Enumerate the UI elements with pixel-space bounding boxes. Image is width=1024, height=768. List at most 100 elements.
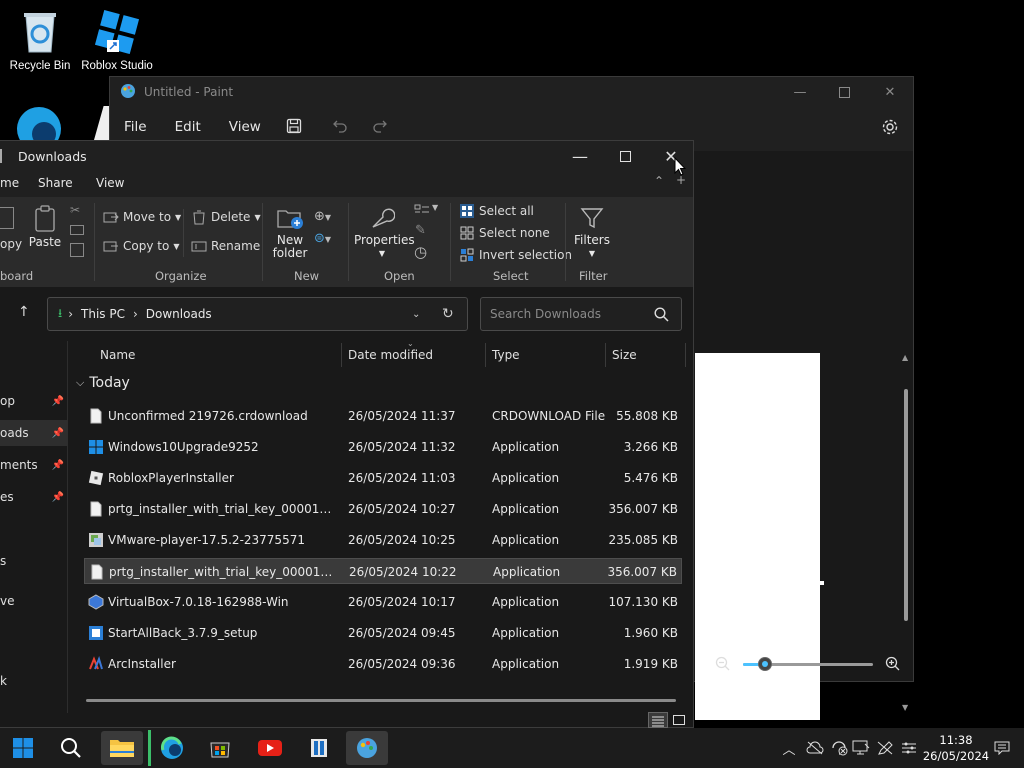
system-clock[interactable]: 11:38 26/05/2024	[918, 732, 994, 764]
file-row[interactable]: Unconfirmed 219726.crdownload 26/05/2024 …	[84, 403, 682, 429]
invert-selection-button[interactable]: Invert selection	[459, 247, 572, 263]
rename-button[interactable]: Rename	[191, 238, 260, 254]
delete-button[interactable]: Delete ▼	[191, 209, 261, 225]
tray-network-icon[interactable]	[898, 728, 920, 768]
zoom-in-icon[interactable]	[885, 656, 901, 672]
file-row[interactable]: StartAllBack_3.7.9_setup 26/05/2024 09:45…	[84, 620, 682, 646]
properties-button[interactable]: Properties ▼	[354, 205, 415, 260]
nav-item-pictures[interactable]: es 📌	[0, 484, 68, 510]
tab-home[interactable]: me	[0, 176, 19, 190]
file-row[interactable]: VirtualBox-7.0.18-162988-Win 26/05/2024 1…	[84, 589, 682, 615]
nav-item-desktop[interactable]: op 📌	[0, 388, 68, 414]
history-icon[interactable]: ◷	[414, 243, 427, 261]
column-divider[interactable]	[685, 343, 686, 367]
menu-edit[interactable]: Edit	[175, 119, 201, 135]
column-divider[interactable]	[605, 343, 606, 367]
nav-item-documents[interactable]: ments 📌	[0, 452, 68, 478]
tray-update-icon[interactable]	[828, 728, 850, 768]
nav-item-network[interactable]: k	[0, 668, 68, 694]
file-row[interactable]: VMware-player-17.5.2-23775571 26/05/2024 …	[84, 527, 682, 553]
notifications-button[interactable]	[992, 728, 1012, 768]
column-type[interactable]: Type	[492, 348, 520, 362]
menu-view[interactable]: View	[229, 119, 261, 135]
taskbar-youtube[interactable]	[249, 731, 291, 765]
start-button[interactable]	[2, 731, 44, 765]
column-divider[interactable]	[341, 343, 342, 367]
collapse-ribbon-icon[interactable]: ⌃	[654, 174, 664, 188]
refresh-icon[interactable]: ↻	[442, 306, 454, 322]
search-input[interactable]: Search Downloads	[480, 297, 682, 331]
search-button[interactable]	[50, 731, 92, 765]
column-size[interactable]: Size	[612, 348, 637, 362]
file-row[interactable]: RobloxPlayerInstaller 26/05/2024 11:03 App…	[84, 465, 682, 491]
select-all-button[interactable]: Select all	[459, 203, 534, 219]
select-none-button[interactable]: Select none	[459, 225, 550, 241]
show-hidden-icons-button[interactable]: ︿	[780, 728, 798, 768]
paste-button[interactable]: Paste	[28, 205, 62, 249]
copy-button[interactable]: opy	[0, 237, 22, 251]
file-row[interactable]: Windows10Upgrade9252 26/05/2024 11:32 Appl…	[84, 434, 682, 460]
taskbar-file-explorer[interactable]	[101, 731, 143, 765]
copy-path-icon[interactable]	[70, 225, 84, 235]
taskbar-paint[interactable]	[346, 731, 388, 765]
easy-access-button[interactable]: ⊜▼	[314, 231, 331, 246]
tab-share[interactable]: Share	[38, 176, 73, 190]
file-row[interactable]: prtg_installer_with_trial_key_000014-X28…	[84, 558, 682, 584]
zoom-out-icon[interactable]	[715, 656, 731, 672]
nav-item-videos[interactable]: s	[0, 548, 68, 574]
file-row[interactable]: ArcInstaller 26/05/2024 09:36 Application 1…	[84, 651, 682, 677]
copy-to-button[interactable]: Copy to ▼	[103, 238, 179, 254]
menu-file[interactable]: File	[124, 119, 147, 135]
explorer-close-button[interactable]: ✕	[648, 141, 694, 171]
taskbar-app[interactable]	[298, 731, 340, 765]
paint-undo-button[interactable]	[332, 118, 348, 138]
taskbar-microsoft-store[interactable]	[199, 731, 241, 765]
desktop-icon-roblox-studio[interactable]: Roblox Studio	[77, 8, 157, 72]
chevron-down-icon[interactable]: ▼	[432, 203, 438, 212]
breadcrumb-downloads[interactable]: Downloads	[146, 307, 212, 321]
column-divider[interactable]	[485, 343, 486, 367]
paint-settings-button[interactable]	[881, 118, 899, 140]
file-desktop-icon[interactable]	[94, 106, 110, 140]
nav-item-onedrive[interactable]: ve	[0, 588, 68, 614]
address-bar[interactable]: ⭳ › This PC › Downloads ⌄ ↻	[47, 297, 468, 331]
large-icons-view-button[interactable]	[672, 712, 688, 728]
zoom-slider-thumb[interactable]	[758, 657, 772, 671]
scroll-up-icon[interactable]: ▲	[902, 353, 908, 362]
group-header-today[interactable]: ⌵ Today	[76, 375, 130, 391]
up-arrow-icon[interactable]: ↑	[18, 304, 30, 320]
scroll-down-icon[interactable]: ▼	[902, 703, 908, 712]
cut-icon[interactable]: ✂	[70, 203, 80, 217]
paint-close-button[interactable]: ✕	[867, 77, 913, 107]
nav-item-downloads[interactable]: oads 📌	[0, 420, 68, 446]
paint-minimize-button[interactable]: —	[777, 77, 823, 107]
address-history-dropdown-icon[interactable]: ⌄	[412, 309, 420, 320]
column-date-modified[interactable]: Date modified	[348, 348, 433, 362]
file-explorer-window[interactable]: Downloads — ✕ me Share View ⌃ + opy Past…	[0, 140, 694, 728]
move-to-button[interactable]: Move to ▼	[103, 209, 181, 225]
open-button[interactable]	[414, 203, 432, 217]
explorer-minimize-button[interactable]: —	[557, 141, 603, 171]
explorer-maximize-button[interactable]	[602, 141, 648, 171]
scrollbar-thumb[interactable]	[904, 389, 908, 621]
canvas-resize-handle[interactable]	[820, 581, 824, 585]
paste-shortcut-icon[interactable]	[70, 243, 84, 257]
breadcrumb-this-pc[interactable]: This PC	[81, 307, 125, 321]
tab-view[interactable]: View	[96, 176, 124, 190]
filters-button[interactable]: Filters ▼	[572, 205, 612, 260]
new-folder-button[interactable]: New folder	[270, 205, 310, 260]
paint-maximize-button[interactable]	[821, 77, 867, 107]
edit-pencil-icon[interactable]: ✎	[415, 223, 426, 238]
paint-save-button[interactable]	[286, 118, 302, 138]
paint-redo-button[interactable]	[372, 118, 388, 138]
tray-pen-icon[interactable]	[874, 728, 896, 768]
tray-display-icon[interactable]	[850, 728, 872, 768]
new-item-button[interactable]: ⊕▼	[314, 209, 331, 224]
file-row[interactable]: prtg_installer_with_trial_key_000014-X28…	[84, 496, 682, 522]
taskbar-edge[interactable]	[151, 731, 193, 765]
desktop-icon-recycle-bin[interactable]: Recycle Bin	[0, 8, 80, 72]
horizontal-scrollbar[interactable]	[86, 699, 676, 702]
edge-desktop-icon[interactable]	[14, 104, 64, 140]
details-view-button[interactable]	[648, 712, 668, 728]
column-name[interactable]: Name	[100, 348, 135, 362]
